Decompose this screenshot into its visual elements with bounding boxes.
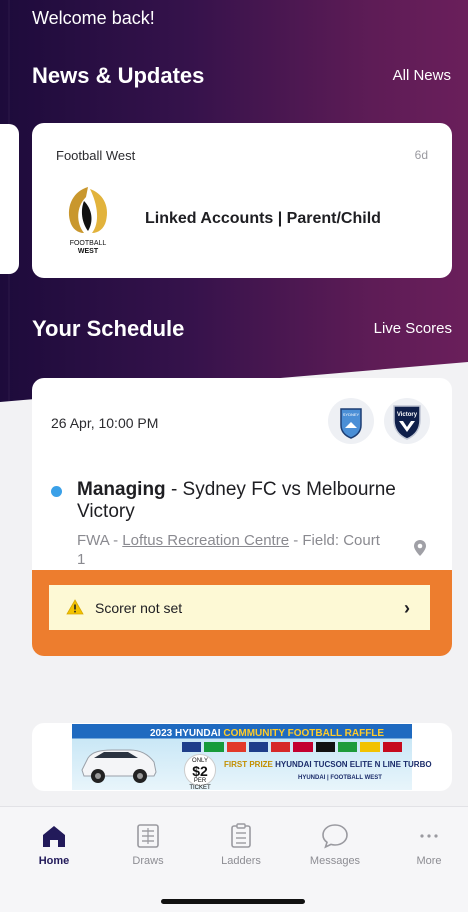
venue-link[interactable]: Loftus Recreation Centre	[122, 532, 289, 549]
news-source: Football West	[56, 148, 136, 163]
ad-prize-a: FIRST PRIZE	[224, 760, 276, 769]
away-badge-text: Victory	[397, 412, 418, 418]
home-badge-text: SYDNEY	[343, 412, 360, 417]
warning-icon	[66, 599, 84, 615]
tab-ladders-label: Ladders	[221, 855, 261, 867]
news-age: 6d	[414, 148, 428, 162]
match-venue-line: FWA - Loftus Recreation Centre - Field: …	[77, 531, 387, 569]
ad-title-a: 2023 HYUNDAI	[150, 728, 224, 739]
home-icon	[43, 826, 65, 847]
tab-home[interactable]: Home	[14, 821, 94, 867]
football-west-logo: FOOTBALL WEST	[68, 187, 108, 255]
ad-flags-strip	[182, 742, 402, 754]
tab-messages[interactable]: Messages	[295, 821, 375, 867]
ad-title-b: COMMUNITY FOOTBALL RAFFLE	[223, 728, 385, 739]
car-image-icon	[81, 749, 157, 783]
match-title: Managing - Sydney FC vs Melbourne Victor…	[77, 479, 427, 523]
ad-prize-b: HYUNDAI TUCSON ELITE N LINE TURBO	[275, 760, 432, 769]
tab-ladders[interactable]: Ladders	[201, 821, 281, 867]
scorer-alert-button[interactable]: Scorer not set ›	[49, 585, 430, 630]
ad-price: $2	[192, 763, 208, 779]
schedule-section-title: Your Schedule	[32, 316, 185, 341]
news-headline: Linked Accounts | Parent/Child	[145, 210, 381, 227]
tab-draws-label: Draws	[132, 855, 164, 867]
ad-price-badge: ONLY $2 PER TICKET	[184, 754, 216, 791]
tab-home-label: Home	[38, 855, 70, 867]
match-datetime: 26 Apr, 10:00 PM	[51, 415, 159, 431]
more-icon	[420, 834, 438, 838]
tab-more-label: More	[416, 855, 442, 867]
match-card[interactable]: 26 Apr, 10:00 PM SYDNEY Victory Managing…	[32, 378, 452, 656]
home-team-badge: SYDNEY	[328, 398, 374, 444]
welcome-text: Welcome back!	[32, 8, 155, 28]
sponsor-ad-card[interactable]: 2023 HYUNDAI COMMUNITY FOOTBALL RAFFLE O…	[32, 723, 452, 791]
ad-prize-text: FIRST PRIZE HYUNDAI TUCSON ELITE N LINE …	[224, 760, 432, 769]
home-indicator[interactable]	[161, 899, 305, 904]
tab-draws[interactable]: Draws	[108, 821, 188, 867]
messages-icon	[322, 824, 348, 849]
chevron-right-icon: ›	[404, 598, 410, 618]
ladders-icon	[231, 823, 251, 848]
melbourne-victory-logo-icon: Victory	[393, 405, 421, 440]
ad-title: 2023 HYUNDAI COMMUNITY FOOTBALL RAFFLE	[150, 728, 384, 739]
previous-news-card-peek[interactable]	[0, 124, 19, 274]
competition-code: FWA -	[77, 532, 123, 549]
hyundai-raffle-banner[interactable]: 2023 HYUNDAI COMMUNITY FOOTBALL RAFFLE O…	[72, 724, 432, 791]
location-pin-icon[interactable]	[413, 539, 427, 557]
logo-text-bottom: WEST	[78, 248, 99, 255]
match-status-dot	[51, 486, 62, 497]
logo-text-top: FOOTBALL	[70, 240, 107, 247]
sydney-fc-logo-icon: SYDNEY	[340, 408, 362, 439]
tab-more[interactable]: More	[389, 821, 468, 867]
draws-icon	[137, 824, 159, 848]
live-scores-link[interactable]: Live Scores	[374, 320, 452, 337]
news-section-title: News & Updates	[32, 63, 205, 88]
news-card[interactable]: Football West 6d FOOTBALL WEST Linked Ac…	[32, 123, 452, 278]
bottom-tab-bar: Home Draws Ladders Messages More	[0, 806, 468, 912]
ad-sponsor-text: HYUNDAI | FOOTBALL WEST	[298, 775, 382, 781]
all-news-link[interactable]: All News	[393, 67, 451, 84]
match-role: Managing	[77, 479, 166, 500]
ad-price-bottom: PER TICKET	[189, 778, 211, 791]
scorer-alert-highlight: Scorer not set ›	[32, 570, 452, 656]
tab-messages-label: Messages	[309, 855, 361, 867]
away-team-badge: Victory	[384, 398, 430, 444]
scorer-alert-text: Scorer not set	[95, 600, 183, 616]
